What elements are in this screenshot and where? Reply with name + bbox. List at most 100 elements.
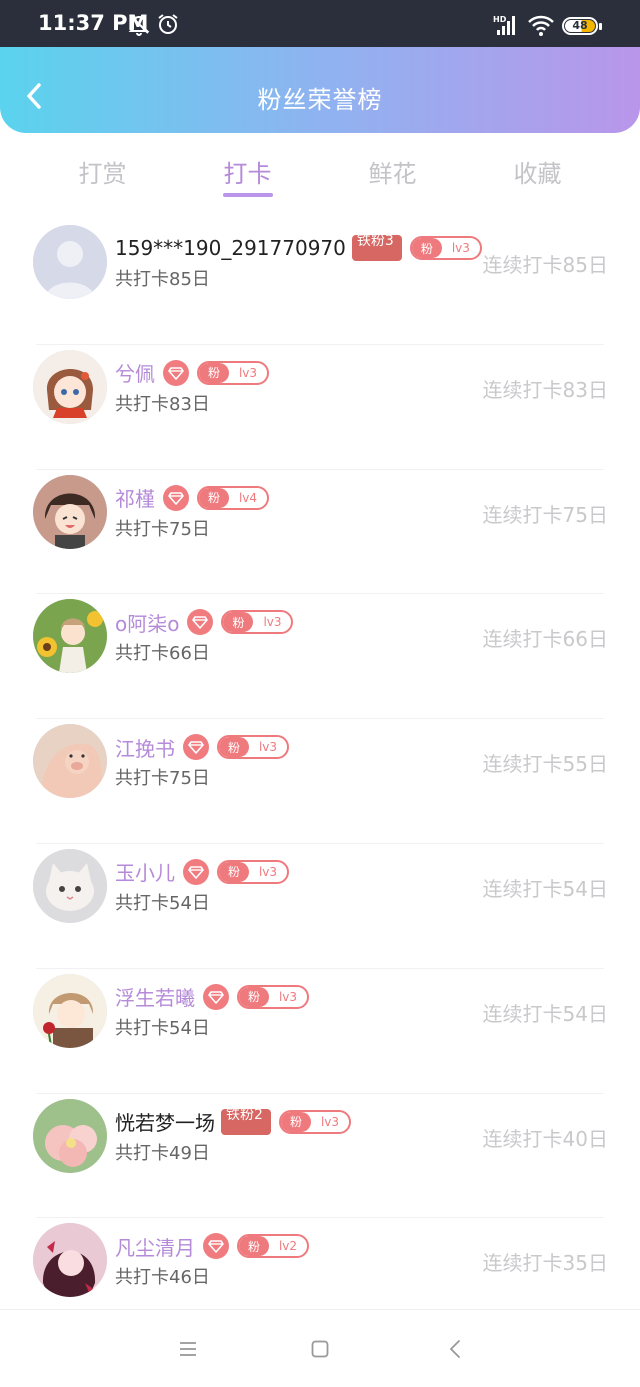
fan-row[interactable]: 浮生若曦 粉 lv3 共打卡54日 连续打卡54日 (0, 967, 640, 1093)
name-line: 玉小儿 粉 lv3 (115, 858, 289, 886)
name-line: 兮佩 粉 lv3 (115, 359, 269, 387)
fan-level: lv3 (258, 740, 278, 755)
fan-level-badge: 粉 lv3 (279, 1109, 351, 1134)
wifi-icon (527, 15, 555, 37)
fan-name[interactable]: o阿柒o (115, 608, 179, 637)
fan-badge-label: 粉 (281, 1111, 311, 1132)
streak-checkins: 连续打卡35日 (482, 1251, 608, 1276)
avatar[interactable] (33, 973, 107, 1048)
avatar[interactable] (33, 1223, 107, 1298)
name-line: 凡尘清月 粉 lv2 (115, 1232, 309, 1260)
fan-name[interactable]: 浮生若曦 (115, 982, 195, 1011)
system-nav-bar (0, 1309, 640, 1387)
avatar[interactable] (33, 1098, 107, 1173)
fan-list: 159***190_291770970 铁粉3 粉 lv3 共打卡85日 连续打… (0, 219, 640, 1342)
tab-checkin[interactable]: 打卡 (175, 148, 320, 204)
fan-row[interactable]: 159***190_291770970 铁粉3 粉 lv3 共打卡85日 连续打… (0, 219, 640, 344)
fan-level-badge: 粉 lv3 (217, 735, 289, 760)
diamond-icon (163, 484, 189, 511)
fan-name[interactable]: 祁槿 (115, 483, 155, 512)
fan-row[interactable]: 祁槿 粉 lv4 共打卡75日 连续打卡75日 (0, 468, 640, 594)
diamond-icon (203, 1233, 229, 1260)
back-nav-button[interactable] (440, 1336, 470, 1362)
tab-label: 打赏 (78, 160, 127, 188)
total-checkins: 共打卡83日 (115, 393, 210, 415)
avatar[interactable] (33, 349, 107, 424)
fan-name[interactable]: 159***190_291770970 (115, 236, 346, 260)
tab-bar: 打赏 打卡 鲜花 收藏 (30, 148, 610, 204)
signal-icon: HD (493, 14, 519, 36)
fan-badge-label: 粉 (199, 362, 229, 383)
streak-checkins: 连续打卡75日 (482, 502, 608, 527)
divider (36, 718, 604, 720)
avatar[interactable] (33, 225, 107, 299)
fan-row[interactable]: 玉小儿 粉 lv3 共打卡54日 连续打卡54日 (0, 842, 640, 968)
alarm-icon (156, 12, 180, 36)
fan-badge-label: 粉 (219, 737, 249, 758)
fan-row[interactable]: 兮佩 粉 lv3 共打卡83日 连续打卡83日 (0, 343, 640, 469)
name-line: 浮生若曦 粉 lv3 (115, 983, 309, 1011)
fan-badge-label: 粉 (199, 487, 229, 508)
divider (36, 842, 604, 844)
name-line: 159***190_291770970 铁粉3 粉 lv3 (115, 234, 482, 262)
fan-level-badge: 粉 lv3 (409, 236, 482, 260)
total-checkins: 共打卡75日 (115, 518, 210, 540)
diamond-icon (183, 858, 209, 885)
tab-reward[interactable]: 打赏 (30, 148, 175, 204)
page: 11:37 PM HD 48 粉丝荣誉榜 打赏 打卡 鲜花 收藏 159***1… (0, 0, 640, 1387)
fan-name[interactable]: 凡尘清月 (115, 1232, 195, 1261)
tab-active-indicator (222, 193, 273, 197)
fan-badge-label: 粉 (223, 612, 254, 633)
streak-checkins: 连续打卡40日 (482, 1126, 608, 1151)
fan-badge-label: 粉 (239, 986, 269, 1007)
tab-label: 鲜花 (368, 160, 417, 188)
fan-badge-label: 粉 (411, 238, 442, 258)
name-line: o阿柒o 粉 lv3 (115, 608, 294, 637)
bell-off-icon (127, 12, 151, 36)
home-square-icon (311, 1340, 329, 1358)
name-line: 江挽书 粉 lv3 (115, 733, 289, 761)
home-button[interactable] (305, 1336, 335, 1362)
header: 11:37 PM HD 48 粉丝荣誉榜 (0, 0, 640, 133)
divider (36, 593, 604, 595)
fan-level: lv3 (238, 365, 258, 380)
back-triangle-icon (449, 1340, 460, 1358)
fan-level: lv4 (238, 490, 258, 505)
total-checkins: 共打卡54日 (115, 892, 210, 914)
tab-favorites[interactable]: 收藏 (465, 148, 610, 204)
streak-checkins: 连续打卡83日 (482, 377, 608, 402)
fan-name[interactable]: 江挽书 (115, 733, 175, 762)
menu-icon (180, 1342, 196, 1356)
fan-row[interactable]: 恍若梦一场 铁粉2 粉 lv3 共打卡49日 连续打卡40日 (0, 1092, 640, 1218)
fan-level-badge: 粉 lv2 (237, 1234, 309, 1259)
fan-level: lv3 (258, 864, 278, 879)
total-checkins: 共打卡54日 (115, 1017, 210, 1039)
total-checkins: 共打卡49日 (115, 1142, 210, 1164)
total-checkins: 共打卡46日 (115, 1267, 210, 1289)
fan-name[interactable]: 恍若梦一场 (115, 1107, 215, 1136)
fan-name[interactable]: 兮佩 (115, 358, 155, 387)
divider (36, 967, 604, 969)
svg-text:HD: HD (493, 15, 507, 24)
iron-fan-badge: 铁粉2 (221, 1108, 271, 1135)
divider (36, 1092, 604, 1094)
fan-name[interactable]: 玉小儿 (115, 857, 175, 886)
avatar[interactable] (33, 474, 107, 549)
tab-flowers[interactable]: 鲜花 (320, 148, 465, 204)
fan-level-badge: 粉 lv3 (221, 610, 294, 635)
status-bar: 11:37 PM HD 48 (0, 0, 640, 47)
fan-level-badge: 粉 lv3 (197, 360, 269, 385)
fan-row[interactable]: 江挽书 粉 lv3 共打卡75日 连续打卡55日 (0, 718, 640, 843)
fan-badge-label: 粉 (219, 861, 249, 882)
avatar[interactable] (33, 599, 107, 674)
menu-button[interactable] (173, 1336, 203, 1362)
avatar[interactable] (33, 848, 107, 923)
fan-row[interactable]: o阿柒o 粉 lv3 共打卡66日 连续打卡66日 (0, 593, 640, 718)
total-checkins: 共打卡66日 (115, 643, 210, 665)
avatar[interactable] (33, 724, 107, 799)
diamond-icon (187, 609, 214, 636)
name-line: 恍若梦一场 铁粉2 粉 lv3 (115, 1108, 351, 1136)
page-title: 粉丝荣誉榜 (257, 86, 383, 114)
streak-checkins: 连续打卡54日 (482, 1001, 608, 1026)
battery-level: 48 (572, 19, 588, 32)
